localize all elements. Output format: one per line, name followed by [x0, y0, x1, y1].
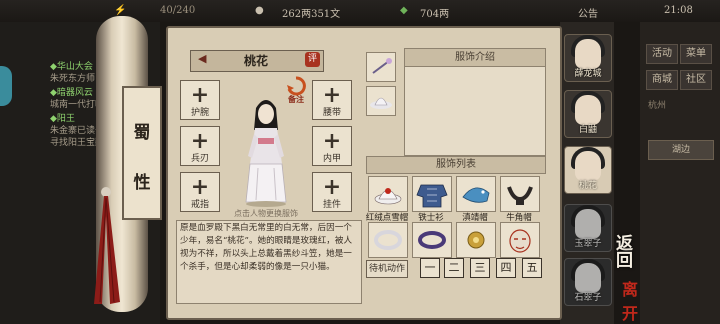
page-button-2[interactable]: 二	[444, 258, 464, 278]
hair-slot[interactable]	[366, 52, 396, 82]
horn-hat-icon	[507, 186, 533, 205]
plus-icon: +	[322, 82, 342, 108]
hat-icon	[370, 97, 392, 109]
clothing-intro-box	[404, 66, 546, 156]
portrait-face	[575, 39, 601, 69]
plus-icon: +	[190, 174, 210, 200]
clock-text: 21:08	[664, 5, 693, 16]
character-description: 原是血罗殿下黑白无常里的白无常，后因一个少年，易名“桃花”。她的眼睛是玫瑰红，被…	[180, 223, 353, 272]
menu-main-button[interactable]: 菜单	[680, 44, 712, 64]
gold-icon: ◆	[400, 5, 408, 16]
item-slot-3[interactable]	[456, 176, 496, 212]
scroll-char-2: 性	[133, 173, 151, 193]
item-slot-8[interactable]	[500, 222, 540, 258]
portrait-face	[575, 263, 601, 293]
plus-icon: +	[190, 82, 210, 108]
quest-title-3[interactable]: ◆阳王	[50, 114, 75, 125]
roster-card-5[interactable]: 石翠子	[564, 258, 612, 306]
item-slot-1[interactable]	[368, 176, 408, 212]
clothing-intro-header: 服饰介绍	[404, 48, 546, 68]
scroll-char-1: 蜀	[133, 123, 151, 143]
quest-sub-1: 朱死东方师	[50, 74, 96, 84]
menu-activity-button[interactable]: 活动	[646, 44, 678, 64]
idle-action-button[interactable]: 待机动作	[366, 260, 408, 278]
slot-label: 兵刃	[190, 154, 209, 164]
tassel-decoration	[94, 187, 120, 304]
rate-badge[interactable]: 评	[305, 52, 320, 67]
roster-name: 玉翠子	[574, 239, 602, 249]
page-button-3[interactable]: 三	[470, 258, 490, 278]
item-slot-4[interactable]	[500, 176, 540, 212]
portrait-face	[575, 209, 601, 239]
slot-label: 内甲	[322, 154, 341, 164]
dress-hint: 点击人物更换服饰	[234, 209, 298, 218]
money-value: 262两351文	[282, 9, 341, 20]
character-figure[interactable]	[236, 94, 296, 208]
roster-card-2[interactable]: 白鼬	[564, 90, 612, 138]
item-slot-7[interactable]	[456, 222, 496, 258]
portrait-face	[575, 151, 601, 181]
slot-weapon[interactable]: + 兵刃	[180, 126, 220, 166]
status-box[interactable]: 湖边	[648, 140, 714, 160]
item-slot-6[interactable]	[412, 222, 452, 258]
mask-icon	[509, 229, 531, 253]
red-hat-icon	[374, 188, 402, 205]
plus-icon: +	[322, 174, 342, 200]
roster-name: 薛龙城	[574, 69, 602, 79]
coin-icon: ●	[255, 5, 264, 16]
hairpin-icon	[372, 58, 392, 74]
right-menu-panel: 活动 菜单 商城 社区 杭州 湖边	[640, 22, 720, 324]
item-slot-5[interactable]	[368, 222, 408, 258]
slot-wrist[interactable]: + 护腕	[180, 80, 220, 120]
location-text: 杭州	[648, 101, 667, 111]
page-button-5[interactable]: 五	[522, 258, 542, 278]
scroll-label: 蜀 性	[122, 86, 162, 220]
roster-card-3[interactable]: 桃花	[564, 146, 612, 194]
bracelet-icon	[374, 230, 402, 250]
energy-value: 40/240	[160, 5, 196, 16]
purple-bracelet-icon	[418, 231, 446, 249]
roster-name: 石翠子	[574, 293, 602, 303]
back-button[interactable]: 返回	[616, 236, 640, 270]
armor-shirt-icon	[416, 184, 448, 208]
energy-icon: ⚡	[114, 5, 127, 16]
page-button-4[interactable]: 四	[496, 258, 516, 278]
clothing-list-header: 服饰列表	[366, 156, 546, 174]
page-button-1[interactable]: 一	[420, 258, 440, 278]
roster-card-1[interactable]: 薛龙城	[564, 34, 612, 82]
portrait-face	[575, 95, 601, 125]
hat-slot[interactable]	[366, 86, 396, 116]
roster-name: 桃花	[578, 181, 597, 191]
fish-hat-icon	[462, 187, 490, 203]
gold-ornament-icon	[467, 231, 485, 249]
character-name: 桃花	[243, 54, 268, 68]
plus-icon: +	[322, 128, 342, 154]
menu-community-button[interactable]: 社区	[680, 70, 712, 90]
slot-label: 挂件	[322, 200, 341, 210]
character-roster: 薛龙城 白鼬 桃花 玉翠子 石翠子	[560, 22, 614, 324]
slot-pendant[interactable]: + 挂件	[312, 172, 352, 212]
notice-button[interactable]: 公告	[578, 5, 598, 20]
slot-label: 腰带	[322, 108, 341, 118]
quest-title-1[interactable]: ◆华山大会	[50, 62, 93, 73]
slot-belt[interactable]: + 腰带	[312, 80, 352, 120]
slot-label: 护腕	[190, 108, 209, 118]
slot-ring[interactable]: + 戒指	[180, 172, 220, 212]
side-tab-icon[interactable]	[0, 66, 12, 106]
quest-title-2[interactable]: ◆暗器风云	[50, 88, 93, 99]
slot-label: 戒指	[190, 200, 209, 210]
menu-shop-button[interactable]: 商城	[646, 70, 678, 90]
swap-icon[interactable]	[286, 76, 306, 96]
gold-value: 704两	[420, 9, 450, 20]
item-slot-2[interactable]	[412, 176, 452, 212]
plus-icon: +	[190, 128, 210, 154]
slot-armor[interactable]: + 内甲	[312, 126, 352, 166]
roster-card-4[interactable]: 玉翠子	[564, 204, 612, 252]
roster-name: 白鼬	[578, 125, 597, 135]
leave-button[interactable]: 离开	[622, 276, 642, 324]
